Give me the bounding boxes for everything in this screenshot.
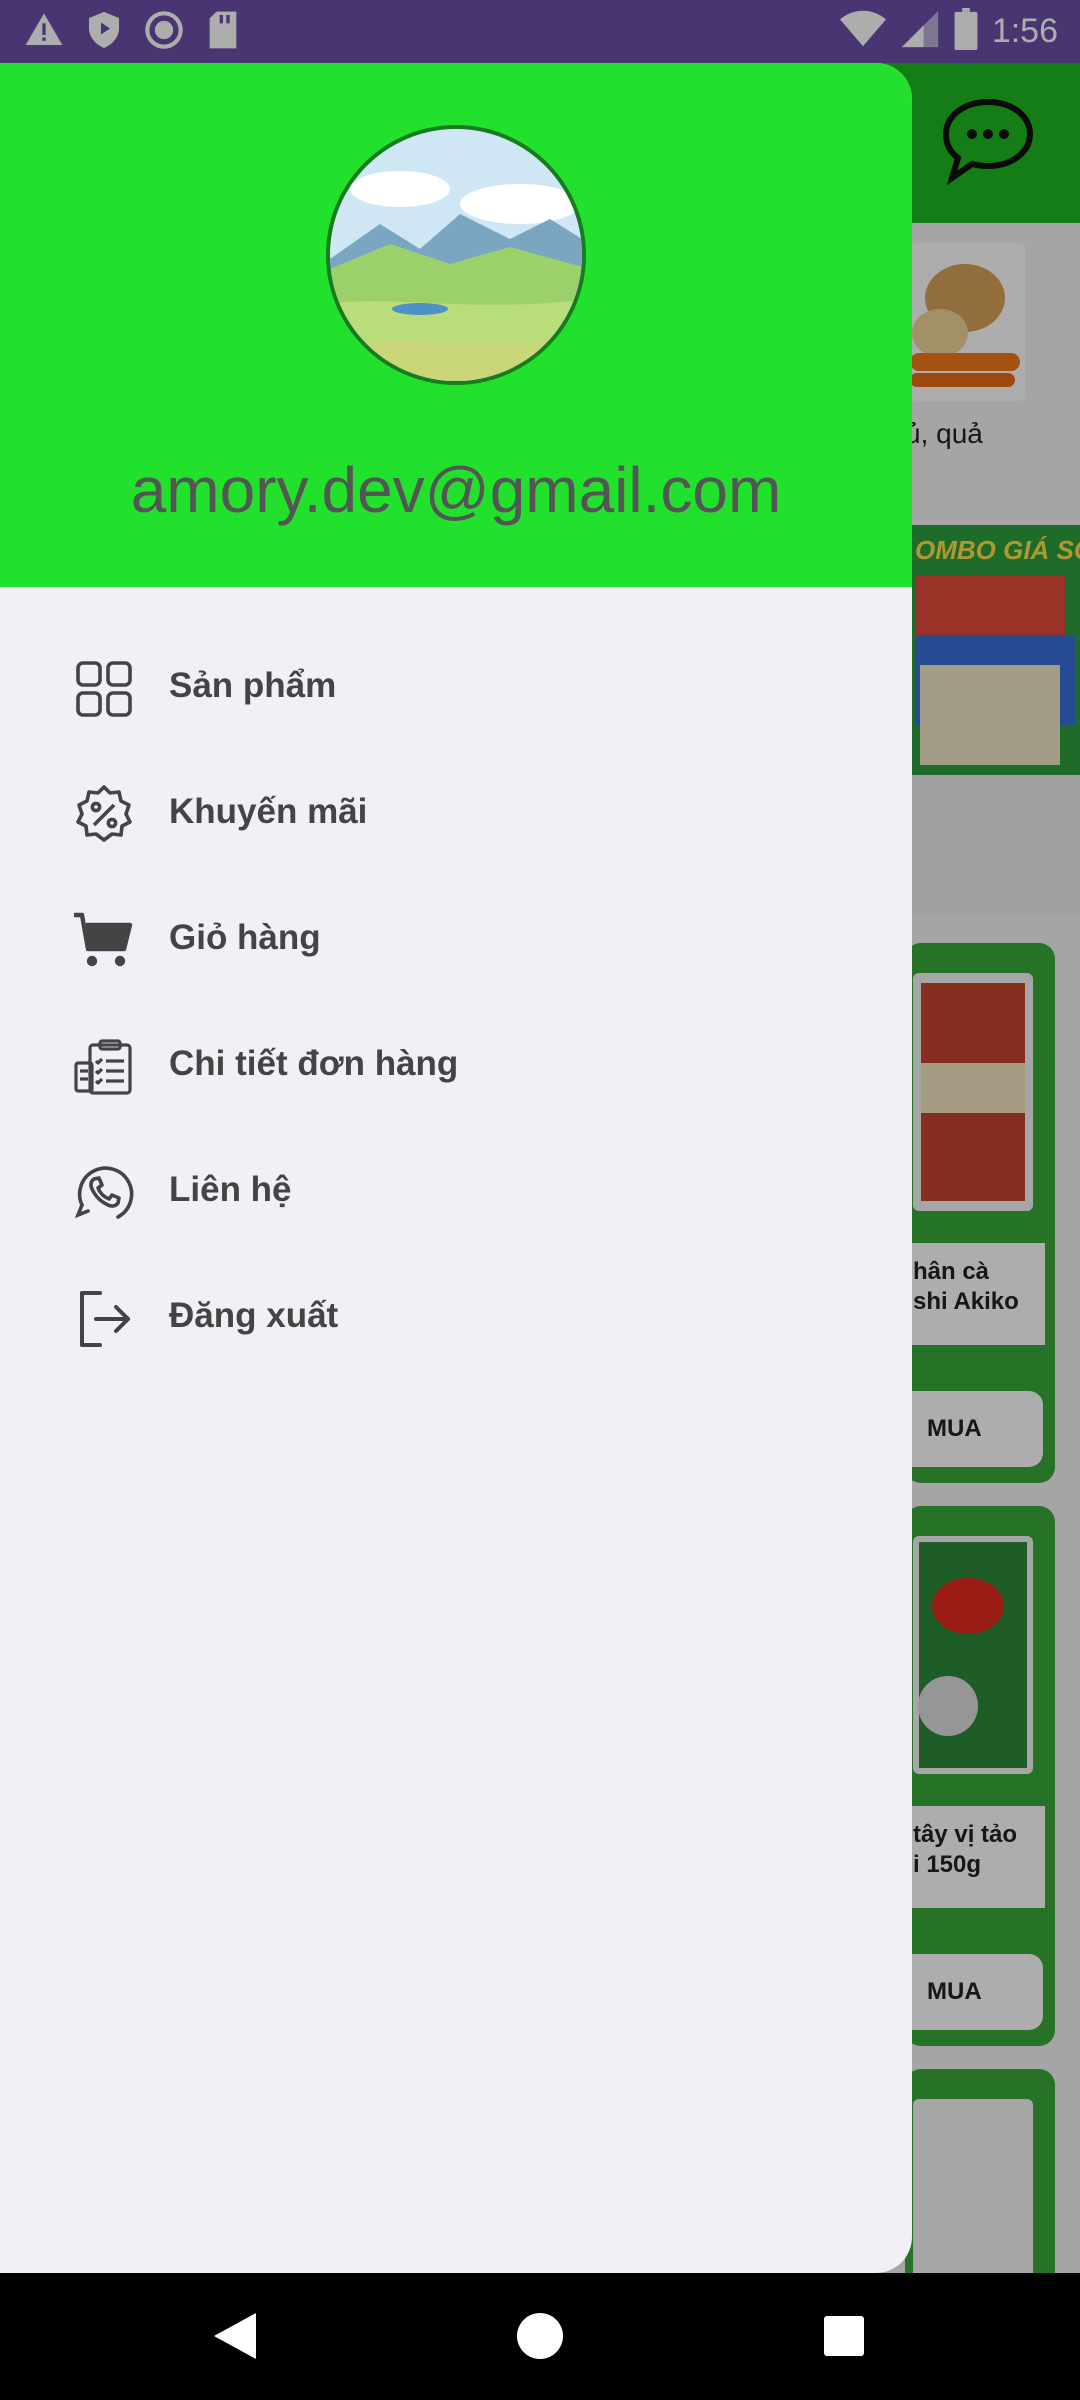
cart-icon xyxy=(72,909,136,973)
menu-item-contact[interactable]: Liên hệ xyxy=(0,1130,912,1256)
menu-label: Khuyến mãi xyxy=(169,792,368,831)
order-clipboard-icon xyxy=(72,1035,136,1099)
user-avatar[interactable] xyxy=(326,125,586,385)
menu-item-products[interactable]: Sản phẩm xyxy=(0,626,912,752)
menu-label: Liên hệ xyxy=(169,1170,292,1209)
drawer-menu: Sản phẩm Khuyến mãi Giỏ hàng Chi tiết đơ… xyxy=(0,626,912,1382)
back-button[interactable] xyxy=(203,2303,269,2369)
menu-item-logout[interactable]: Đăng xuất xyxy=(0,1256,912,1382)
navigation-drawer: amory.dev@gmail.com Sản phẩm Khuyến mãi xyxy=(0,63,912,2273)
menu-label: Giỏ hàng xyxy=(169,918,321,957)
recents-button[interactable] xyxy=(811,2303,877,2369)
menu-label: Chi tiết đơn hàng xyxy=(169,1044,459,1083)
user-email: amory.dev@gmail.com xyxy=(130,454,782,526)
menu-label: Đăng xuất xyxy=(169,1296,339,1335)
logout-icon xyxy=(72,1287,136,1351)
discount-badge-icon xyxy=(72,783,136,847)
phone-icon xyxy=(72,1161,136,1225)
grid-icon xyxy=(72,657,136,721)
drawer-header: amory.dev@gmail.com xyxy=(0,63,912,587)
menu-item-promotions[interactable]: Khuyến mãi xyxy=(0,752,912,878)
menu-item-cart[interactable]: Giỏ hàng xyxy=(0,878,912,1004)
menu-label: Sản phẩm xyxy=(169,666,337,705)
menu-item-order-details[interactable]: Chi tiết đơn hàng xyxy=(0,1004,912,1130)
home-button[interactable] xyxy=(507,2303,573,2369)
system-nav-bar xyxy=(0,2273,1080,2400)
